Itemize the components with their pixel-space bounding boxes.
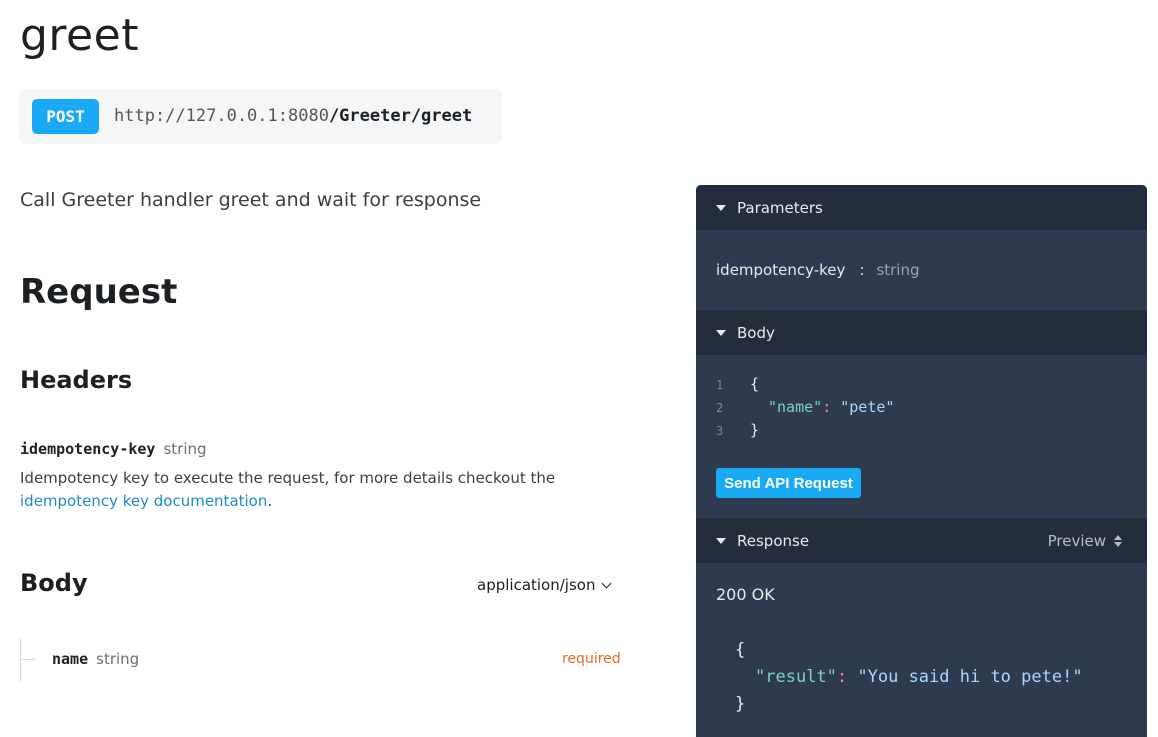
preview-label: Preview — [1047, 531, 1106, 550]
code-colon: : — [836, 667, 848, 687]
caret-down-icon — [716, 204, 726, 211]
endpoint-path: /Greeter/greet — [328, 106, 473, 126]
code-line: 2 "name": "pete" — [716, 398, 894, 421]
caret-down-icon — [716, 537, 726, 544]
line-number: 2 — [716, 401, 724, 415]
parameters-section-toggle[interactable]: Parameters — [696, 185, 1147, 230]
code-value: "You said hi to pete!" — [857, 667, 1083, 687]
endpoint-url[interactable]: http://127.0.0.1:8080/Greeter/greet — [114, 106, 472, 126]
code-line: 1{ — [716, 375, 894, 398]
idempotency-doc-link[interactable]: idempotency key documentation — [20, 492, 267, 510]
headers-heading: Headers — [20, 366, 133, 394]
body-section-toggle[interactable]: Body — [696, 310, 1147, 355]
parameters-label: Parameters — [737, 198, 823, 217]
header-param-description: Idempotency key to execute the request, … — [20, 467, 620, 513]
page-title: greet — [20, 10, 139, 61]
code-key: "name" — [768, 398, 823, 416]
endpoint-description: Call Greeter handler greet and wait for … — [20, 189, 482, 211]
code-brace: { — [735, 640, 746, 660]
try-it-panel: Parameters idempotency-key: string Body 1… — [696, 185, 1147, 737]
header-param-description-text: Idempotency key to execute the request, … — [20, 469, 556, 487]
endpoint-base-url: http://127.0.0.1:8080 — [114, 106, 329, 126]
code-line: } — [735, 694, 1083, 721]
code-value: "pete" — [840, 398, 895, 416]
body-editor[interactable]: 1{ 2 "name": "pete" 3} — [716, 375, 894, 444]
code-colon: : — [822, 398, 832, 416]
content-type-select[interactable]: application/json — [477, 576, 612, 594]
code-brace: } — [735, 694, 746, 714]
panel-param-colon: : — [859, 261, 865, 279]
header-param: idempotency-key string — [20, 440, 207, 458]
code-line: 3} — [716, 421, 894, 444]
chevron-down-icon — [602, 578, 612, 588]
schema-tree-branch — [20, 659, 36, 660]
endpoint-bar: POST http://127.0.0.1:8080/Greeter/greet — [19, 89, 502, 144]
line-number: 3 — [716, 424, 724, 438]
header-param-type: string — [163, 440, 207, 458]
code-key: "result" — [755, 667, 837, 687]
response-body: { "result": "You said hi to pete!" } — [735, 640, 1083, 721]
panel-param-row[interactable]: idempotency-key: string — [716, 261, 920, 279]
body-heading: Body — [20, 569, 88, 597]
panel-param-type: string — [876, 261, 920, 279]
body-field-name: name — [52, 650, 89, 668]
code-brace: { — [750, 375, 760, 393]
header-param-description-end: . — [267, 492, 273, 510]
header-param-name: idempotency-key — [20, 440, 156, 458]
content-type-label: application/json — [477, 576, 596, 594]
response-section-toggle[interactable]: Response Preview — [696, 518, 1147, 563]
panel-param-name: idempotency-key — [716, 261, 846, 279]
body-field-type: string — [96, 650, 140, 668]
sort-arrows-icon — [1114, 534, 1122, 547]
line-number: 1 — [716, 378, 724, 392]
schema-tree-line — [20, 638, 21, 682]
response-status: 200 OK — [716, 585, 775, 604]
preview-select[interactable]: Preview — [1048, 532, 1122, 550]
request-heading: Request — [20, 272, 178, 312]
send-api-request-button[interactable]: Send API Request — [716, 468, 861, 498]
body-field: name string — [52, 650, 139, 668]
required-badge: required — [562, 651, 621, 667]
caret-down-icon — [716, 329, 726, 336]
code-line: { — [735, 640, 1083, 667]
body-label: Body — [737, 323, 775, 342]
code-brace: } — [750, 421, 760, 439]
http-method-badge: POST — [32, 99, 99, 134]
response-label: Response — [737, 531, 810, 550]
code-line: "result": "You said hi to pete!" — [735, 667, 1083, 694]
